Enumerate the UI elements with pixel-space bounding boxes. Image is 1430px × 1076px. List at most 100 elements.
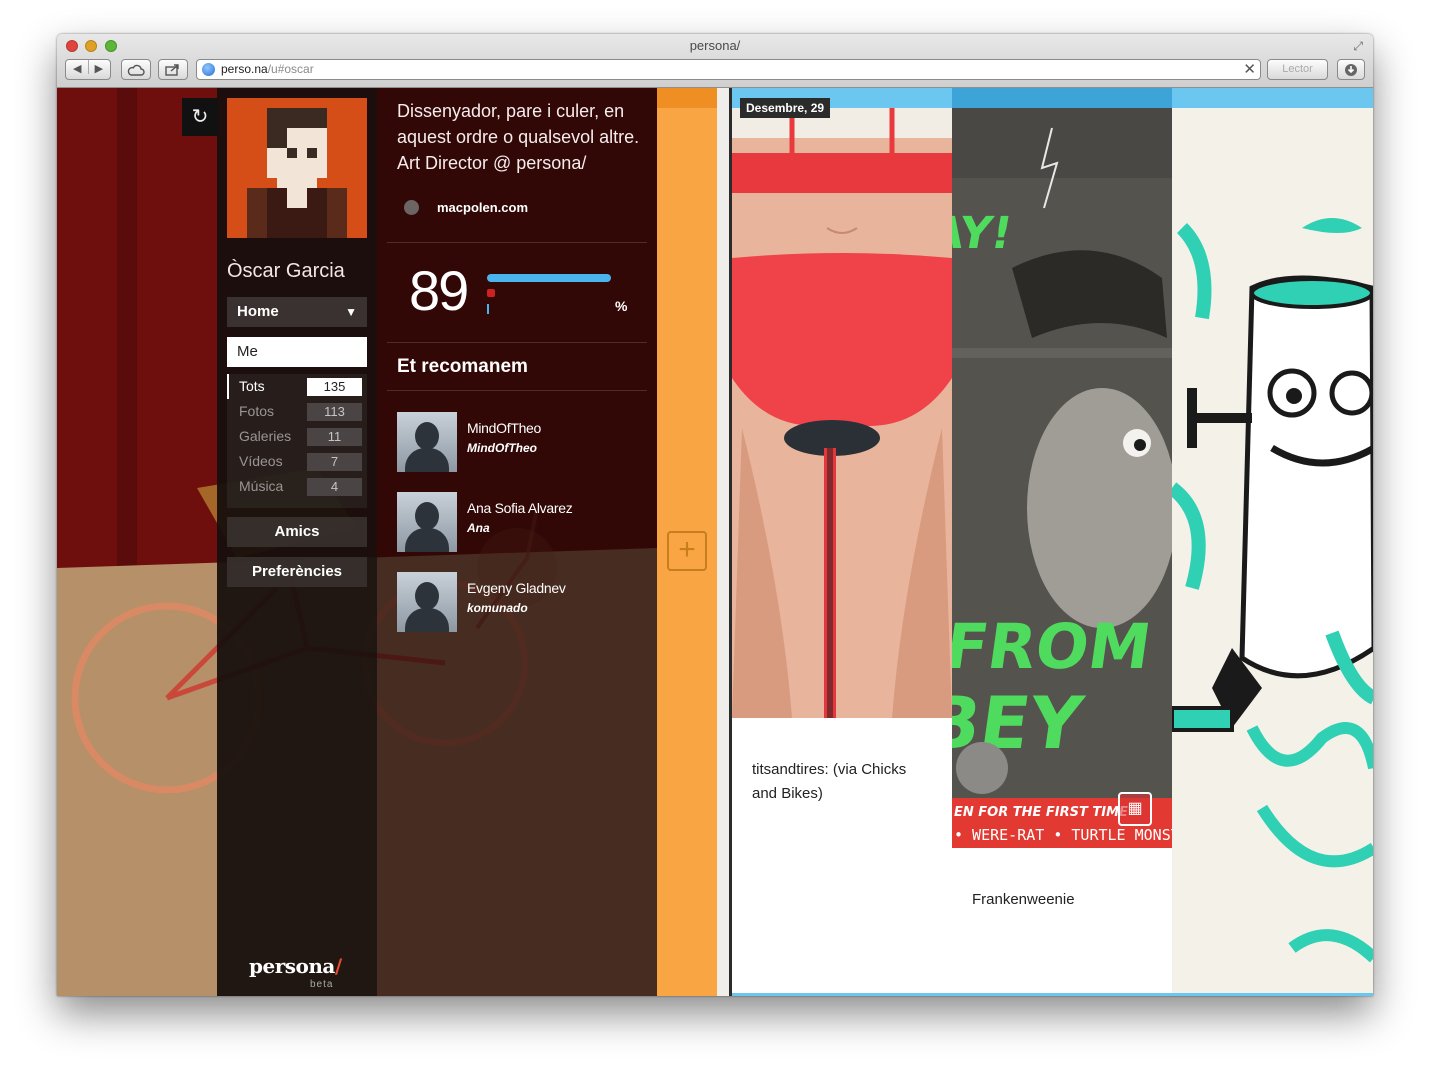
add-button[interactable]: +	[667, 531, 707, 571]
website-link[interactable]: macpolen.com	[404, 200, 528, 215]
share-button[interactable]	[158, 59, 188, 80]
divider	[387, 390, 647, 391]
user-avatar[interactable]	[397, 412, 457, 472]
caption-line: titsandtires: (via Chicks	[752, 761, 907, 778]
download-icon	[1345, 64, 1357, 76]
avatar-head	[415, 422, 439, 450]
icloud-icon	[127, 64, 145, 76]
recommended-user[interactable]: Evgeny Gladnev komunado	[397, 572, 647, 632]
url-path: /u#oscar	[267, 62, 314, 76]
recommend-title: Et recomanem	[397, 356, 528, 377]
filter-count: 135	[307, 378, 362, 396]
movie-poster: AY! K FROM BEY EN FOR THE FIRST TIME • W…	[952, 108, 1172, 848]
refresh-button[interactable]: ↻	[182, 98, 218, 136]
avatar-head	[415, 502, 439, 530]
score-unit: %	[615, 298, 628, 314]
card-footer-bar	[952, 993, 1172, 996]
logo-text: persona	[249, 954, 335, 978]
filter-count: 4	[307, 478, 362, 496]
filter-item-fotos[interactable]: Fotos 113	[227, 399, 367, 424]
url-host: perso.na	[221, 62, 268, 76]
user-handle: MindOfTheo	[467, 441, 537, 455]
clear-icon[interactable]: ✕	[1243, 60, 1256, 79]
user-name[interactable]: Evgeny Gladnev	[467, 580, 566, 596]
filter-label: Música	[239, 478, 284, 494]
post-photo[interactable]	[732, 108, 952, 718]
score-tick	[487, 304, 489, 314]
poster-band-2: • WERE-RAT • TURTLE MONSTER	[954, 826, 1172, 844]
filter-list: Tots 135 Fotos 113 Galeries 11 Vídeos 7 …	[227, 374, 367, 508]
plus-icon: +	[678, 533, 696, 566]
cyclist-photo	[732, 108, 952, 718]
profile-score: 89	[409, 259, 469, 322]
reader-button[interactable]: Lector	[1267, 59, 1328, 80]
date-badge: Desembre, 29	[740, 98, 831, 118]
divider	[387, 342, 647, 343]
poster-yay: AY!	[952, 208, 1016, 259]
recommended-user[interactable]: MindOfTheo MindOfTheo	[397, 412, 647, 472]
user-avatar[interactable]	[397, 492, 457, 552]
icloud-tabs-button[interactable]	[121, 59, 151, 80]
feed-card[interactable]: AY! K FROM BEY EN FOR THE FIRST TIME • W…	[952, 88, 1172, 996]
user-avatar[interactable]	[397, 572, 457, 632]
add-column-header	[657, 88, 717, 108]
score-marker	[487, 289, 495, 297]
user-handle: Ana	[467, 521, 490, 535]
title-bar: persona/ ⤢ ◀ ▶ perso.na/u#oscar ✕ Lector	[57, 34, 1373, 88]
filter-item-musica[interactable]: Música 4	[227, 474, 367, 499]
poster-headline-a: K FROM	[952, 610, 1156, 683]
fullscreen-icon[interactable]: ⤢	[1353, 39, 1363, 54]
chevron-down-icon: ▼	[345, 305, 357, 319]
user-name[interactable]: Ana Sofia Alvarez	[467, 500, 573, 516]
preferences-button[interactable]: Preferències	[227, 557, 367, 587]
avatar-body	[405, 608, 449, 632]
avatar-body	[405, 448, 449, 472]
persona-logo[interactable]: persona/	[249, 954, 342, 978]
filter-item-galeries[interactable]: Galeries 11	[227, 424, 367, 449]
address-bar[interactable]: perso.na/u#oscar ✕	[196, 59, 1261, 80]
share-icon	[165, 64, 179, 76]
feed-card[interactable]: titsandtires: (via Chicks and Bikes)	[732, 88, 952, 996]
feed-card[interactable]	[1172, 88, 1373, 996]
refresh-icon: ↻	[191, 106, 209, 128]
website-text: macpolen.com	[437, 200, 529, 215]
card-footer-bar	[732, 993, 952, 996]
tattoo-illustration	[1172, 88, 1373, 996]
filter-count: 113	[307, 403, 362, 421]
recommended-user[interactable]: Ana Sofia Alvarez Ana	[397, 492, 647, 552]
downloads-button[interactable]	[1337, 59, 1365, 80]
filter-item-videos[interactable]: Vídeos 7	[227, 449, 367, 474]
back-icon[interactable]: ◀	[73, 63, 81, 75]
filter-label: Galeries	[239, 428, 292, 444]
view-select-value: Home	[237, 303, 279, 320]
avatar-head	[415, 582, 439, 610]
divider	[387, 242, 647, 243]
friends-button[interactable]: Amics	[227, 517, 367, 547]
pixel-avatar-image	[227, 98, 367, 238]
back-forward-button[interactable]: ◀ ▶	[65, 59, 111, 80]
user-name: Òscar Garcia	[227, 260, 345, 282]
poster-band-1: EN FOR THE FIRST TIME	[954, 805, 1128, 820]
user-name[interactable]: MindOfTheo	[467, 420, 541, 436]
gallery-icon[interactable]: ▦	[1118, 792, 1152, 826]
caption-line: and Bikes)	[752, 785, 823, 802]
card-header-bar	[952, 88, 1172, 108]
post-photo[interactable]	[1172, 88, 1373, 996]
filter-item-tots[interactable]: Tots 135	[227, 374, 367, 399]
card-footer-bar	[1172, 993, 1373, 996]
globe-icon	[404, 200, 419, 215]
filter-count: 11	[307, 428, 362, 446]
browser-window: persona/ ⤢ ◀ ▶ perso.na/u#oscar ✕ Lector	[57, 34, 1373, 996]
avatar[interactable]	[227, 98, 367, 238]
page-content: ↻ Òscar Garcia Home ▼ Me Tots 135 Fotos …	[57, 88, 1373, 996]
post-caption: Frankenweenie	[972, 891, 1075, 908]
forward-icon[interactable]: ▶	[95, 63, 103, 75]
me-field[interactable]: Me	[227, 337, 367, 367]
post-photo[interactable]: AY! K FROM BEY EN FOR THE FIRST TIME • W…	[952, 108, 1172, 848]
avatar-body	[405, 528, 449, 552]
globe-icon	[202, 63, 215, 76]
post-caption: titsandtires: (via Chicks and Bikes)	[752, 758, 906, 806]
filter-label: Vídeos	[239, 453, 283, 469]
view-select[interactable]: Home ▼	[227, 297, 367, 327]
beta-label: beta	[310, 979, 334, 990]
